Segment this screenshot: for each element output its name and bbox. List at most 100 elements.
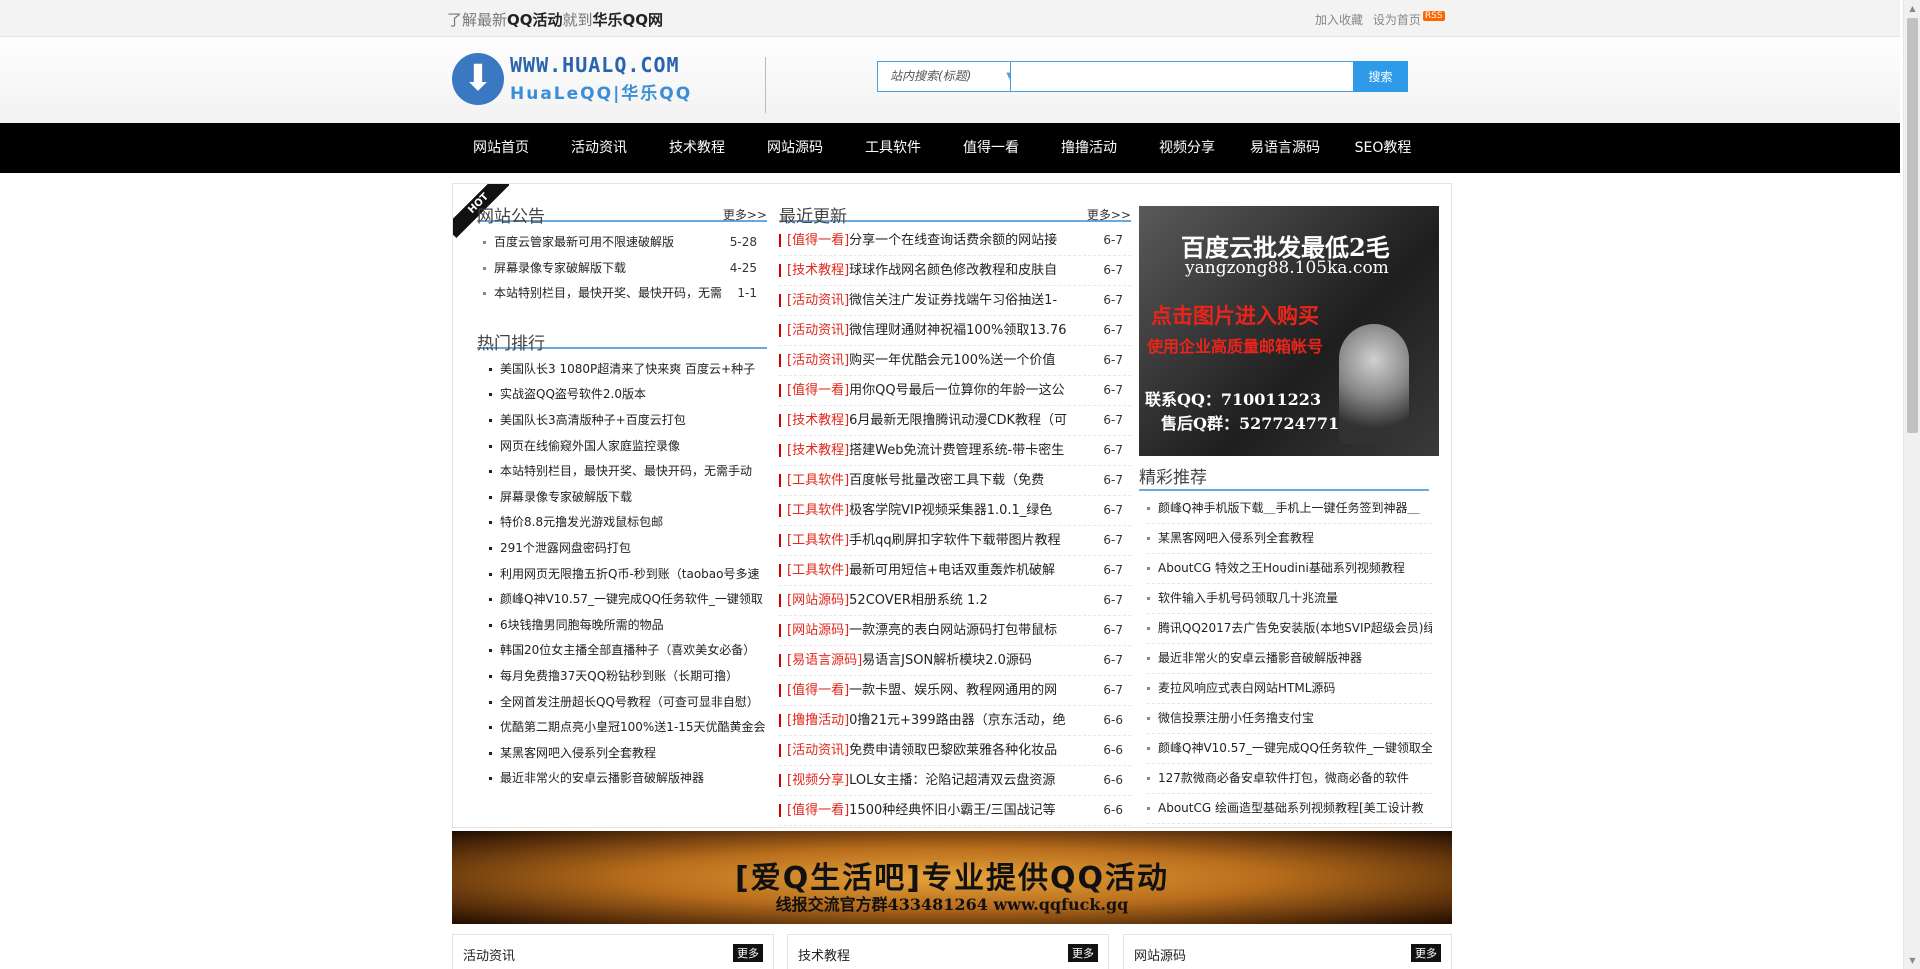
list-item[interactable]: 屏幕录像专家破解版下载 4-25	[477, 256, 767, 282]
nav-item-tools[interactable]: 工具软件	[844, 123, 942, 173]
list-item[interactable]: 实战盗QQ盗号软件2.0版本	[477, 382, 767, 408]
list-item[interactable]: 麦拉风响应式表白网站HTML源码	[1147, 674, 1432, 704]
list-item[interactable]: [活动资讯]微信理财通财神祝福100%领取13.76 6-7	[779, 316, 1131, 346]
list-item[interactable]: [值得一看]用你QQ号最后一位算你的年龄一这公 6-7	[779, 376, 1131, 406]
list-item[interactable]: [技术教程]搭建Web免流计费管理系统-带卡密生 6-7	[779, 436, 1131, 466]
list-item[interactable]: [活动资讯]免费申请领取巴黎欧莱雅各种化妆品 6-6	[779, 736, 1131, 766]
list-item[interactable]: 6块钱撸男同胞每晚所需的物品	[477, 613, 767, 639]
category-tag[interactable]: [值得一看]	[787, 683, 849, 698]
list-item[interactable]: [网站源码]一款漂亮的表白网站源码打包带鼠标 6-7	[779, 616, 1131, 646]
search-input[interactable]	[1010, 61, 1364, 92]
rss-icon[interactable]: RSS	[1422, 11, 1445, 21]
list-item[interactable]: AboutCG 特效之王Houdini基础系列视频教程	[1147, 554, 1432, 584]
panel-more-button[interactable]: 更多	[1068, 944, 1098, 962]
list-item[interactable]: 屏幕录像专家破解版下载	[477, 485, 767, 511]
category-tag[interactable]: [撸撸活动]	[787, 713, 849, 728]
list-item[interactable]: 软件输入手机号码领取几十兆流量	[1147, 584, 1432, 614]
category-tag[interactable]: [值得一看]	[787, 383, 849, 398]
page-scrollbar[interactable]: ▲ ▼	[1903, 0, 1920, 969]
ad-banner-baidu-cloud[interactable]: 百度云批发最低2毛 yangzong88.105ka.com 点击图片进入购买 …	[1139, 206, 1439, 456]
list-item[interactable]: [值得一看]分享一个在线查询话费余额的网站接 6-7	[779, 226, 1131, 256]
list-item[interactable]: 利用网页无限撸五折Q币-秒到账（taobao号多速	[477, 562, 767, 588]
category-tag[interactable]: [技术教程]	[787, 413, 849, 428]
list-item[interactable]: [值得一看]1500种经典怀旧小霸王/三国战记等 6-6	[779, 796, 1131, 826]
list-item[interactable]: 某黑客网吧入侵系列全套教程	[1147, 524, 1432, 554]
category-tag[interactable]: [活动资讯]	[787, 743, 849, 758]
search-scope-select[interactable]: 站内搜索(标题)▼	[877, 61, 1023, 92]
category-tag[interactable]: [视频分享]	[787, 773, 849, 788]
list-item[interactable]: [技术教程]6月最新无限撸腾讯动漫CDK教程（可 6-7	[779, 406, 1131, 436]
list-item[interactable]: [活动资讯]微信关注广发证券找端午习俗抽送1- 6-7	[779, 286, 1131, 316]
scroll-up-arrow-icon[interactable]: ▲	[1904, 0, 1920, 17]
category-tag[interactable]: [活动资讯]	[787, 323, 849, 338]
nav-item-home[interactable]: 网站首页	[452, 123, 550, 173]
list-item[interactable]: 颜峰Q神手机版下载＿手机上一键任务签到神器＿	[1147, 494, 1432, 524]
category-tag[interactable]: [工具软件]	[787, 563, 849, 578]
list-item[interactable]: 美国队长3 1080P超清来了快来爽 百度云+种子	[477, 357, 767, 383]
list-item[interactable]: 微信投票注册小任务撸支付宝	[1147, 704, 1432, 734]
category-tag[interactable]: [值得一看]	[787, 803, 849, 818]
list-item[interactable]: 最近非常火的安卓云播影音破解版神器	[477, 766, 767, 792]
nav-item-e-language-source[interactable]: 易语言源码	[1236, 123, 1334, 173]
list-item[interactable]: 每月免费撸37天QQ粉钻秒到账（长期可撸）	[477, 664, 767, 690]
category-tag[interactable]: [值得一看]	[787, 233, 849, 248]
category-tag[interactable]: [活动资讯]	[787, 353, 849, 368]
list-item[interactable]: [易语言源码]易语言JSON解析模块2.0源码 6-7	[779, 646, 1131, 676]
list-item[interactable]: 腾讯QQ2017去广告免安装版(本地SVIP超级会员)绿	[1147, 614, 1432, 644]
category-tag[interactable]: [活动资讯]	[787, 293, 849, 308]
list-item[interactable]: 127款微商必备安卓软件打包，微商必备的软件	[1147, 764, 1432, 794]
list-item[interactable]: [撸撸活动]0撸21元+399路由器（京东活动，绝 6-6	[779, 706, 1131, 736]
nav-item-activity-news[interactable]: 活动资讯	[550, 123, 648, 173]
nav-item-freebies[interactable]: 撸撸活动	[1040, 123, 1138, 173]
list-item[interactable]: [工具软件]最新可用短信+电话双重轰炸机破解 6-7	[779, 556, 1131, 586]
scrollbar-thumb[interactable]	[1907, 18, 1918, 433]
list-item[interactable]: [工具软件]极客学院VIP视频采集器1.0.1_绿色 6-7	[779, 496, 1131, 526]
search-button[interactable]: 搜索	[1353, 61, 1408, 92]
list-item[interactable]: 美国队长3高清版种子+百度云打包	[477, 408, 767, 434]
nav-item-videos[interactable]: 视频分享	[1138, 123, 1236, 173]
promo-banner-aiq[interactable]: [爱Q生活吧]专业提供QQ活动 线报交流官方群433481264 www.qqf…	[452, 831, 1452, 924]
list-item[interactable]: 优酷第二期点亮小皇冠100%送1-15天优酷黄金会	[477, 715, 767, 741]
category-tag[interactable]: [技术教程]	[787, 443, 849, 458]
panel-more-button[interactable]: 更多	[733, 944, 763, 962]
list-item[interactable]: 某黑客网吧入侵系列全套教程	[477, 741, 767, 767]
nav-item-tech-tutorials[interactable]: 技术教程	[648, 123, 746, 173]
panel-more-button[interactable]: 更多	[1411, 944, 1441, 962]
add-favorite-link[interactable]: 加入收藏	[1315, 13, 1363, 27]
list-item[interactable]: [视频分享]LOL女主播：沦陷记超清双云盘资源 6-6	[779, 766, 1131, 796]
list-item[interactable]: 网页在线偷窥外国人家庭监控录像	[477, 434, 767, 460]
nav-item-site-source[interactable]: 网站源码	[746, 123, 844, 173]
list-item[interactable]: 最近非常火的安卓云播影音破解版神器	[1147, 644, 1432, 674]
category-tag[interactable]: [工具软件]	[787, 503, 849, 518]
category-tag[interactable]: [技术教程]	[787, 263, 849, 278]
set-home-link[interactable]: 设为首页	[1373, 13, 1421, 27]
list-item[interactable]: 颜峰Q神V10.57_一键完成QQ任务软件_一键领取全部	[1147, 734, 1432, 764]
category-tag[interactable]: [易语言源码]	[787, 653, 862, 668]
list-item[interactable]: 291个泄露网盘密码打包	[477, 536, 767, 562]
list-item[interactable]: 韩国20位女主播全部直播种子（喜欢美女必备）	[477, 638, 767, 664]
list-item[interactable]: [技术教程]球球作战网名颜色修改教程和皮肤自 6-7	[779, 256, 1131, 286]
list-item[interactable]: AboutCG 绘画造型基础系列视频教程[美工设计教	[1147, 794, 1432, 824]
category-tag[interactable]: [工具软件]	[787, 473, 849, 488]
list-item[interactable]: 颜峰Q神V10.57_一键完成QQ任务软件_一键领取	[477, 587, 767, 613]
site-logo[interactable]: ⬇ WWW.HUALQ.COM HuaLeQQ|华乐QQ	[452, 51, 732, 111]
nav-item-worth-seeing[interactable]: 值得一看	[942, 123, 1040, 173]
list-item[interactable]: [网站源码]52COVER相册系统 1.2 6-7	[779, 586, 1131, 616]
scroll-down-arrow-icon[interactable]: ▼	[1904, 952, 1920, 969]
category-tag[interactable]: [网站源码]	[787, 593, 849, 608]
list-item[interactable]: [值得一看]一款卡盟、娱乐网、教程网通用的网 6-7	[779, 676, 1131, 706]
updates-more-link[interactable]: 更多>>	[1087, 206, 1131, 223]
nav-item-seo[interactable]: SEO教程	[1334, 123, 1432, 173]
category-tag[interactable]: [工具软件]	[787, 533, 849, 548]
list-item[interactable]: [活动资讯]购买一年优酷会元100%送一个价值 6-7	[779, 346, 1131, 376]
list-item[interactable]: 特价8.8元撸发光游戏鼠标包邮	[477, 510, 767, 536]
list-item[interactable]: 百度云管家最新可用不限速破解版 5-28	[477, 230, 767, 256]
list-item[interactable]: [工具软件]百度帐号批量改密工具下载（免费 6-7	[779, 466, 1131, 496]
list-item[interactable]: 本站特别栏目，最快开奖、最快开码，无需 1-1	[477, 281, 767, 307]
bullet-icon	[489, 623, 492, 627]
category-tag[interactable]: [网站源码]	[787, 623, 849, 638]
list-item[interactable]: 全网首发注册超长QQ号教程（可查可显非自慰）	[477, 690, 767, 716]
notice-more-link[interactable]: 更多>>	[723, 206, 767, 223]
list-item[interactable]: 本站特别栏目，最快开奖、最快开码，无需手动	[477, 459, 767, 485]
list-item[interactable]: [工具软件]手机qq刷屏扣字软件下载带图片教程 6-7	[779, 526, 1131, 556]
